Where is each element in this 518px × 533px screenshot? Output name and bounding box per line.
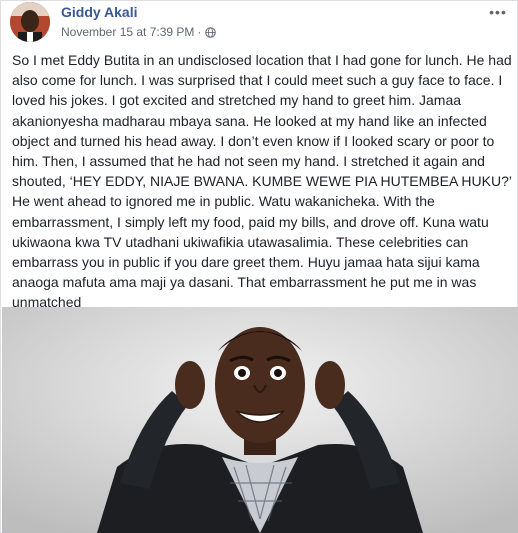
meta-separator: · <box>197 25 202 39</box>
post-photo[interactable] <box>2 307 518 533</box>
photo-image <box>2 307 518 533</box>
post-header: Giddy Akali November 15 at 7:39 PM · ••• <box>1 1 518 45</box>
ellipsis-icon[interactable]: ••• <box>489 5 507 19</box>
globe-icon[interactable] <box>205 26 217 38</box>
author-name[interactable]: Giddy Akali <box>61 4 138 20</box>
post-body-text: So I met Eddy Butita in an undisclosed l… <box>12 52 512 311</box>
post-meta: November 15 at 7:39 PM · <box>61 25 217 39</box>
facebook-post: Giddy Akali November 15 at 7:39 PM · •••… <box>0 0 518 533</box>
author-avatar[interactable] <box>10 2 50 42</box>
avatar-photo <box>10 2 50 42</box>
post-timestamp[interactable]: November 15 at 7:39 PM <box>61 25 194 39</box>
